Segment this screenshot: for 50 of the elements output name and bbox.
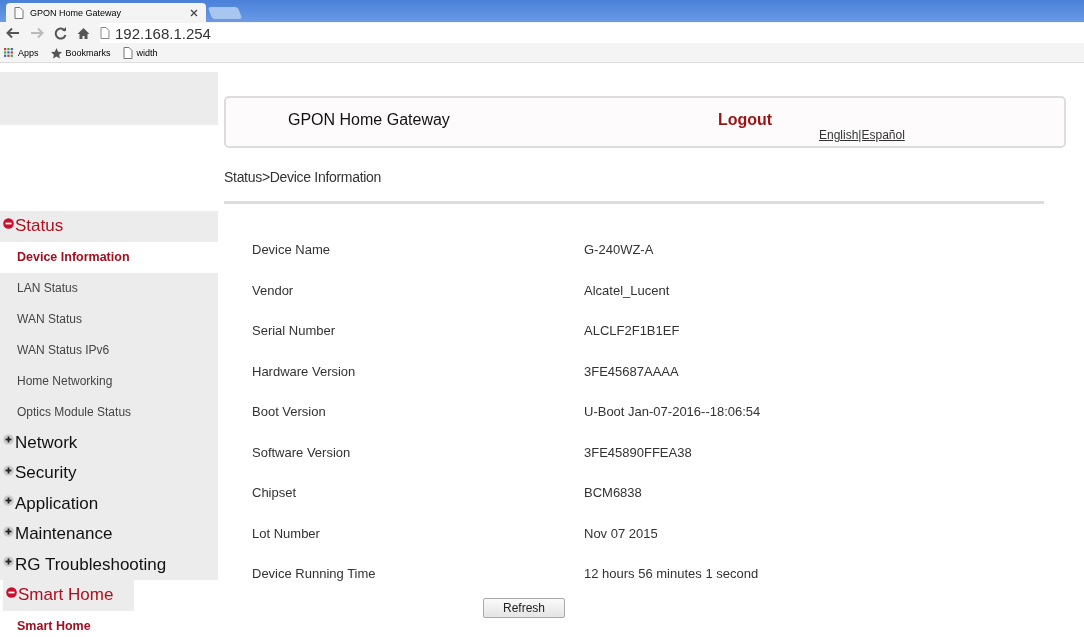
menu-item[interactable]: WAN Status [0, 303, 218, 335]
reload-icon[interactable] [54, 26, 67, 40]
field-label: Boot Version [252, 404, 327, 419]
field-label: Lot Number [252, 525, 321, 541]
field-label: Software Version [252, 444, 352, 460]
page-icon [14, 6, 24, 19]
page-icon [100, 27, 110, 39]
refresh-button[interactable]: Refresh [483, 597, 565, 618]
apps-grid-icon [4, 48, 14, 58]
field-label: Device Name [252, 242, 332, 257]
menu-item[interactable]: WAN Status IPv6 [0, 334, 218, 366]
menu-group[interactable]: Network [0, 427, 218, 458]
menu-group[interactable]: Security [0, 458, 218, 489]
field-label: Device Running Time [252, 566, 377, 581]
menu-item[interactable]: Optics Module Status [0, 396, 218, 428]
bookmark-item[interactable]: Apps [4, 48, 39, 58]
menu-group[interactable]: RG Troubleshooting [0, 549, 218, 580]
close-icon[interactable] [190, 8, 198, 17]
menu-item[interactable]: Home Networking [0, 365, 218, 397]
home-icon[interactable] [77, 26, 90, 40]
field-label: Chipset [252, 485, 298, 500]
language-link[interactable]: |Español [858, 128, 905, 142]
menu-item[interactable]: LAN Status [0, 272, 218, 304]
field-value: 3FE45687AAAA [584, 363, 679, 379]
menu-group[interactable]: Status [0, 211, 218, 242]
field-value: Nov 07 2015 [584, 525, 658, 541]
field-label: Hardware Version [252, 363, 357, 379]
field-value: G-240WZ-A [584, 242, 654, 257]
browser-tab[interactable]: GPON Home Gateway [6, 3, 206, 22]
address-field[interactable]: 192.168.1.254 [100, 23, 1084, 43]
field-value: Alcatel_Lucent [584, 282, 670, 298]
field-label: Vendor [252, 282, 295, 298]
field-value: ALCLF2F1B1EF [584, 323, 680, 338]
field-value: BCM6838 [584, 485, 642, 500]
field-value: 3FE45890FFEA38 [584, 444, 692, 460]
menu-group[interactable]: Maintenance [0, 519, 218, 550]
field-value: U-Boot Jan-07-2016--18:06:54 [584, 404, 761, 419]
back-icon[interactable] [6, 27, 20, 39]
bookmark-item[interactable]: Bookmarks [50, 47, 111, 59]
menu-group[interactable]: Application [0, 488, 218, 519]
field-label: Serial Number [252, 323, 337, 338]
field-value: 12 hours 56 minutes 1 second [584, 566, 759, 581]
star-icon [50, 47, 62, 59]
bookmark-item[interactable]: width [122, 47, 158, 59]
gateway-title: GPON Home Gateway [288, 111, 451, 129]
logout-link[interactable]: Logout [718, 111, 819, 129]
menu-group[interactable]: Smart Home [3, 580, 134, 611]
language-link[interactable]: English [819, 128, 859, 142]
breadcrumb: Status>Device Information [224, 169, 383, 185]
page-icon [122, 47, 133, 59]
